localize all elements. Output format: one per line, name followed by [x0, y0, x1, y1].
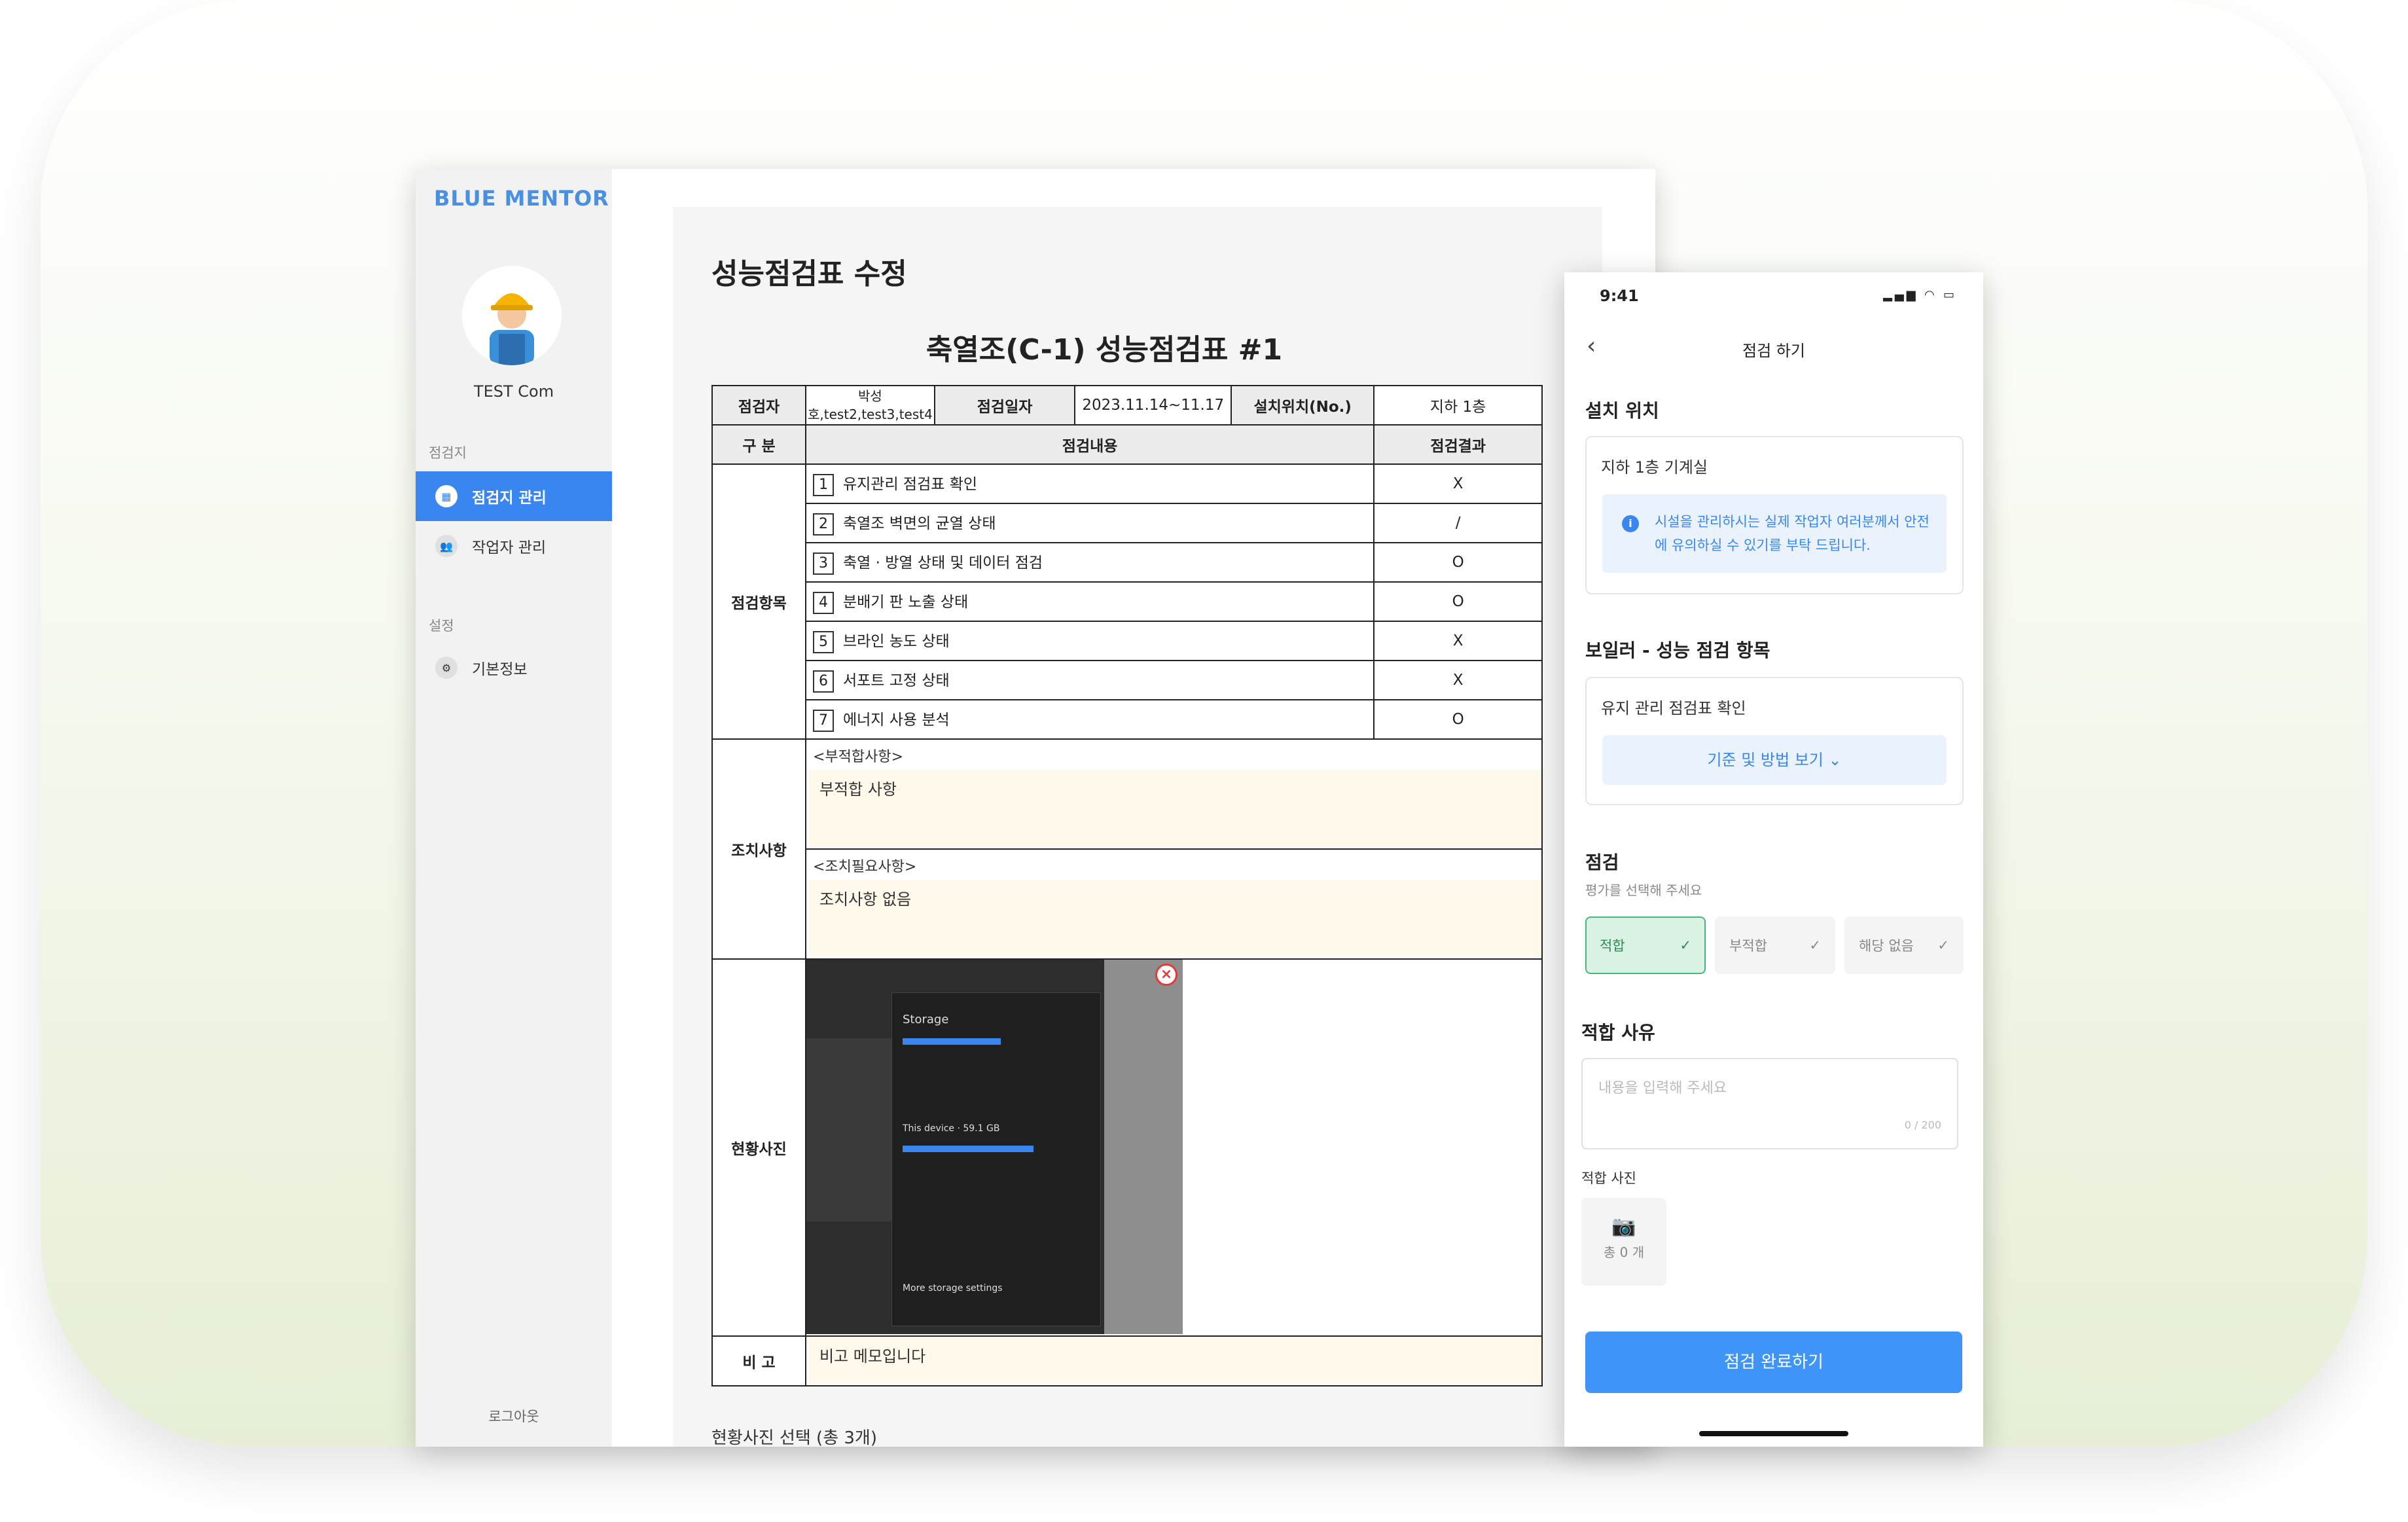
col-category: 구 분 [711, 424, 806, 465]
sidebar-item-label: 기본정보 [472, 661, 528, 678]
location-value: 지하 1층 기계실 [1601, 458, 1708, 477]
table-row: 7 에너지 사용 분석 [804, 699, 1375, 740]
option-nonconform[interactable]: 부적합 ✓ [1715, 916, 1835, 974]
photo-cell: Storage This device · 59.1 GB More stora… [804, 958, 1543, 1337]
items-section-title: 보일러 - 성능 점검 항목 [1585, 640, 1770, 661]
camera-icon: 📷 [1611, 1215, 1636, 1238]
logo: BLUE MENTOR [434, 186, 609, 211]
document-title: 축열조(C-1) 성능점검표 #1 [925, 333, 1283, 367]
char-counter: 0 / 200 [1904, 1119, 1941, 1131]
table-row: 3 축열 · 방열 상태 및 데이터 점검 [804, 542, 1375, 583]
people-icon: 👥 [435, 535, 458, 557]
check-section-title: 점검 [1585, 852, 1619, 873]
mobile-screen: 9:41 ▂▄▆ ◠ ▭ ‹ 점검 하기 설치 위치 지하 1층 기계실 i 시… [1564, 272, 1983, 1447]
items-category: 점검항목 [711, 463, 806, 740]
nav-section-settings: 설정 [429, 618, 454, 634]
nonconform-input[interactable]: 부적합 사항 [808, 770, 1541, 847]
clock: 9:41 [1600, 287, 1639, 305]
location-card: 지하 1층 기계실 i 시설을 관리하시는 실제 작업자 여러분께서 안전에 유… [1585, 436, 1964, 594]
remarks-category: 비 고 [711, 1335, 806, 1386]
inspection-sheet: 점검자 박성 호,test2,test3,test4 점검일자 2023.11.… [711, 385, 1543, 1386]
nonconform-label: <부적합사항> [812, 749, 904, 765]
worker-avatar-icon [462, 266, 562, 365]
photo-section-title: 적합 사진 [1581, 1170, 1636, 1186]
add-photo-button[interactable]: 📷 총 0 개 [1581, 1198, 1666, 1286]
nonconform-cell: <부적합사항> 부적합 사항 [804, 738, 1543, 850]
location-value: 지하 1층 [1373, 385, 1543, 426]
sidebar-item-label: 작업자 관리 [472, 539, 547, 556]
result-cell[interactable]: O [1373, 542, 1543, 583]
table-row: 1 유지관리 점검표 확인 [804, 463, 1375, 504]
check-hint: 평가를 선택해 주세요 [1585, 882, 1702, 898]
table-row: 2 축열조 벽면의 균열 상태 [804, 503, 1375, 543]
photo-select-caption: 현황사진 선택 (총 3개) [711, 1428, 877, 1447]
result-cell[interactable]: / [1373, 503, 1543, 543]
inspector-label: 점검자 [711, 385, 806, 426]
photo-screen-panel: Storage This device · 59.1 GB More stora… [891, 992, 1101, 1326]
page-title: 성능점검표 수정 [711, 257, 907, 291]
date-label: 점검일자 [933, 385, 1076, 426]
sidebar-item-basic-info[interactable]: ⚙ 기본정보 [416, 643, 612, 693]
stage: BLUE MENTOR TEST Com 점검지 ▦ 점검지 관리 👥 작업자 … [0, 0, 2408, 1522]
table-row: 4 분배기 판 노출 상태 [804, 581, 1375, 622]
required-label: <조치필요사항> [812, 859, 917, 875]
photo-category: 현황사진 [711, 958, 806, 1337]
result-cell[interactable]: X [1373, 621, 1543, 661]
info-icon: i [1622, 515, 1639, 532]
dashboard-icon: ▦ [435, 485, 458, 507]
col-result: 점검결과 [1373, 424, 1543, 465]
col-content: 점검내용 [804, 424, 1375, 465]
inspector-value: 박성 호,test2,test3,test4 [804, 385, 935, 426]
remarks-cell: 비고 메모입니다 [804, 1335, 1543, 1386]
criteria-button[interactable]: 기준 및 방법 보기 ⌄ [1602, 735, 1947, 785]
photo-wall [1104, 960, 1183, 1334]
sidebar: BLUE MENTOR TEST Com 점검지 ▦ 점검지 관리 👥 작업자 … [416, 169, 612, 1447]
option-conform[interactable]: 적합 ✓ [1585, 916, 1706, 974]
option-not-applicable[interactable]: 해당 없음 ✓ [1844, 916, 1964, 974]
company-name: TEST Com [473, 382, 554, 401]
actions-category: 조치사항 [711, 738, 806, 960]
reason-input[interactable]: 내용을 입력해 주세요 0 / 200 [1581, 1058, 1958, 1150]
reason-section-title: 적합 사유 [1581, 1022, 1655, 1043]
site-photo[interactable]: Storage This device · 59.1 GB More stora… [806, 960, 1183, 1334]
result-cell[interactable]: O [1373, 581, 1543, 622]
result-cell[interactable]: O [1373, 699, 1543, 740]
check-icon: ✓ [1937, 937, 1949, 953]
logout-link[interactable]: 로그아웃 [416, 1406, 612, 1426]
avatar [462, 266, 562, 365]
check-icon: ✓ [1680, 937, 1691, 953]
sidebar-item-site-management[interactable]: ▦ 점검지 관리 [416, 471, 612, 521]
result-cell[interactable]: X [1373, 463, 1543, 504]
date-value: 2023.11.14~11.17 [1074, 385, 1232, 426]
safety-notice: i 시설을 관리하시는 실제 작업자 여러분께서 안전에 유의하실 수 있기를 … [1602, 494, 1947, 573]
nav-section-sites: 점검지 [429, 445, 467, 461]
status-icons: ▂▄▆ ◠ ▭ [1883, 288, 1957, 302]
home-indicator [1699, 1431, 1848, 1436]
sidebar-item-worker-management[interactable]: 👥 작업자 관리 [416, 521, 612, 571]
item-card: 유지 관리 점검표 확인 기준 및 방법 보기 ⌄ [1585, 677, 1964, 805]
desktop-window: BLUE MENTOR TEST Com 점검지 ▦ 점검지 관리 👥 작업자 … [416, 169, 1655, 1447]
submit-button[interactable]: 점검 완료하기 [1585, 1332, 1962, 1393]
photo-shelf [806, 1038, 891, 1222]
check-icon: ✓ [1809, 937, 1821, 953]
remarks-input[interactable]: 비고 메모입니다 [808, 1337, 1541, 1384]
gear-icon: ⚙ [435, 657, 458, 679]
result-cell[interactable]: X [1373, 660, 1543, 700]
screen-title: 점검 하기 [1742, 342, 1805, 360]
location-section-title: 설치 위치 [1585, 400, 1659, 422]
table-row: 6 서포트 고정 상태 [804, 660, 1375, 700]
item-title: 유지 관리 점검표 확인 [1601, 699, 1746, 717]
required-input[interactable]: 조치사항 없음 [808, 880, 1541, 957]
remove-photo-button[interactable]: × [1155, 964, 1177, 986]
table-row: 5 브라인 농도 상태 [804, 621, 1375, 661]
sidebar-item-label: 점검지 관리 [472, 490, 547, 507]
location-label: 설치위치(No.) [1231, 385, 1375, 426]
required-cell: <조치필요사항> 조치사항 없음 [804, 848, 1543, 960]
status-bar: 9:41 ▂▄▆ ◠ ▭ [1564, 272, 1983, 318]
